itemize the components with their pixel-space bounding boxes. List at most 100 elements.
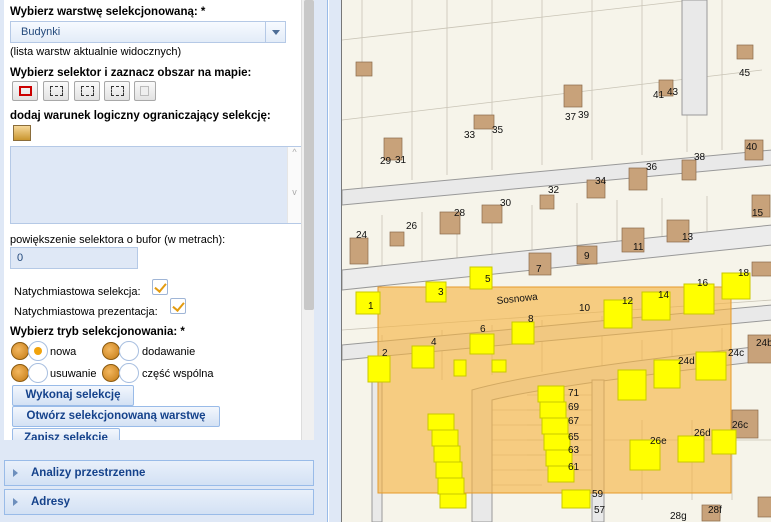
- point-select-icon: [111, 86, 124, 96]
- house-number: 11: [633, 242, 644, 253]
- accordion-addresses[interactable]: Adresy: [4, 489, 314, 515]
- house-number: 31: [395, 155, 407, 166]
- house-number: 12: [622, 296, 634, 307]
- polygon-select-icon: [50, 86, 63, 96]
- instant-selection-label: Natychmiastowa selekcja:: [14, 286, 141, 298]
- house-number: 8: [528, 314, 534, 325]
- buffer-input[interactable]: 0: [10, 247, 138, 269]
- instant-presentation-checkbox[interactable]: [170, 298, 186, 314]
- house-number: 10: [579, 303, 591, 314]
- selection-form: Wybierz warstwę selekcjonowaną: * Budynk…: [4, 0, 314, 440]
- house-number: 24d: [678, 356, 695, 367]
- object-selector-button[interactable]: [134, 81, 156, 101]
- house-number: 67: [568, 416, 580, 427]
- instant-presentation-label: Natychmiastowa prezentacja:: [14, 306, 158, 318]
- house-number: 28g: [670, 511, 687, 522]
- circle-select-icon: [81, 86, 94, 96]
- house-number: 65: [568, 432, 580, 443]
- layer-select[interactable]: Budynki: [10, 21, 286, 43]
- house-number: 13: [682, 232, 694, 243]
- house-number: 26: [406, 221, 418, 232]
- house-number: 32: [548, 185, 560, 196]
- condition-label: dodaj warunek logiczny ograniczający sel…: [10, 110, 271, 122]
- splitter[interactable]: [329, 0, 341, 522]
- house-number: 39: [578, 110, 590, 121]
- map-canvas[interactable]: Sosnowa 45 41 43 37 39 33 35 29 31 40 38…: [342, 0, 771, 522]
- execute-selection-button[interactable]: Wykonaj selekcję: [12, 385, 134, 406]
- house-number: 14: [658, 290, 670, 301]
- accordion-title: Adresy: [31, 496, 70, 508]
- query-builder-icon[interactable]: [13, 125, 31, 141]
- house-number: 30: [500, 198, 512, 209]
- house-number: 24: [356, 230, 368, 241]
- house-number: 1: [368, 301, 374, 312]
- house-number: 29: [380, 156, 392, 167]
- textarea-scrollbar[interactable]: ^ v: [287, 147, 301, 223]
- house-number: 59: [592, 489, 604, 500]
- house-number: 57: [594, 505, 606, 516]
- house-number: 16: [697, 278, 709, 289]
- house-number: 4: [431, 337, 437, 348]
- house-number: 28: [454, 208, 466, 219]
- mode-add-radio[interactable]: [119, 341, 139, 361]
- house-number: 5: [485, 274, 491, 285]
- house-number: 2: [382, 348, 388, 359]
- panel-scrollbar[interactable]: [301, 0, 314, 440]
- house-number: 33: [464, 130, 476, 141]
- house-number: 15: [752, 208, 764, 219]
- mode-remove-radio[interactable]: [28, 363, 48, 383]
- house-number: 37: [565, 112, 577, 123]
- house-number: 26c: [732, 420, 748, 431]
- mode-intersect-radio[interactable]: [119, 363, 139, 383]
- house-number: 40: [746, 142, 758, 153]
- house-number: 45: [739, 68, 751, 79]
- house-number: 26e: [650, 436, 667, 447]
- house-number: 9: [584, 251, 590, 262]
- house-number: 18: [738, 268, 750, 279]
- selection-panel: Wybierz warstwę selekcjonowaną: * Budynk…: [0, 0, 328, 522]
- point-selector-button[interactable]: [104, 81, 130, 101]
- house-number: 3: [438, 287, 444, 298]
- house-number: 36: [646, 162, 658, 173]
- scrollbar-thumb[interactable]: [304, 0, 314, 310]
- buffer-label: powiększenie selektora o bufor (w metrac…: [10, 234, 226, 246]
- polygon-selector-button[interactable]: [43, 81, 69, 101]
- expand-icon: [13, 498, 18, 506]
- save-selection-button[interactable]: Zapisz selekcję: [12, 428, 120, 440]
- house-number: 24b: [756, 338, 771, 349]
- house-number: 43: [667, 87, 679, 98]
- house-number: 63: [568, 445, 580, 456]
- map-view[interactable]: Sosnowa 45 41 43 37 39 33 35 29 31 40 38…: [341, 0, 771, 522]
- layer-label: Wybierz warstwę selekcjonowaną: *: [10, 6, 206, 18]
- house-number: 24c: [728, 348, 744, 359]
- mode-add-label: dodawanie: [142, 346, 196, 358]
- mode-intersect-label: część wspólna: [142, 368, 214, 380]
- layer-hint: (lista warstw aktualnie widocznych): [10, 46, 182, 58]
- house-number: 38: [694, 152, 706, 163]
- rectangle-select-icon: [19, 86, 32, 96]
- accordion-spatial-analysis[interactable]: Analizy przestrzenne: [4, 460, 314, 486]
- house-number: 69: [568, 402, 580, 413]
- circle-selector-button[interactable]: [74, 81, 100, 101]
- house-number: 71: [568, 388, 580, 399]
- house-number: 6: [480, 324, 486, 335]
- remove-selection-icon: [11, 364, 29, 382]
- mode-label: Wybierz tryb selekcjonowania: *: [10, 326, 185, 338]
- mode-new-radio[interactable]: [28, 341, 48, 361]
- open-layer-button[interactable]: Otwórz selekcjonowaną warstwę: [12, 406, 220, 427]
- mode-new-label: nowa: [50, 346, 77, 358]
- chevron-down-icon[interactable]: [265, 22, 285, 42]
- selector-label: Wybierz selektor i zaznacz obszar na map…: [10, 67, 252, 79]
- expand-icon: [13, 469, 18, 477]
- accordion-title: Analizy przestrzenne: [31, 467, 146, 479]
- house-number: 35: [492, 125, 504, 136]
- intersect-selection-icon: [102, 364, 120, 382]
- new-selection-icon: [11, 342, 29, 360]
- layer-select-value: Budynki: [21, 26, 61, 38]
- rectangle-selector-button[interactable]: [12, 81, 38, 101]
- instant-selection-checkbox[interactable]: [152, 279, 168, 295]
- condition-textarea[interactable]: ^ v: [10, 146, 302, 224]
- house-number: 61: [568, 462, 580, 473]
- house-number: 26d: [694, 428, 711, 439]
- house-number: 28f: [708, 505, 722, 516]
